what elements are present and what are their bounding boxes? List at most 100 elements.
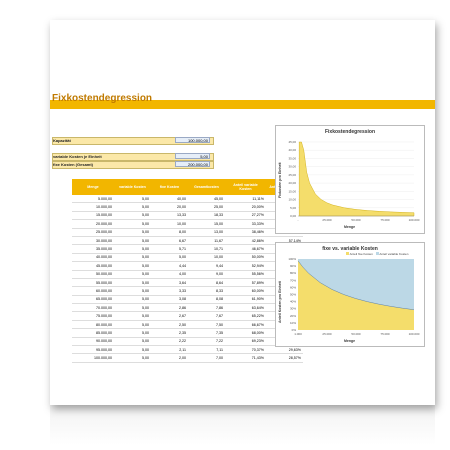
kapazitaet-input[interactable]: 100.000,00 xyxy=(175,137,210,143)
table-cell: 90.000,00 xyxy=(72,337,114,347)
table-cell: 5,00 xyxy=(114,228,151,237)
table-row: 80.000,005,002,507,5066,67%33,33% xyxy=(72,320,303,330)
chart2-xtick: 100.000 xyxy=(409,332,420,336)
table-cell: 70.000,00 xyxy=(72,303,114,313)
table-cell: 6,67 xyxy=(151,236,188,246)
table-cell: 2,11 xyxy=(151,345,188,355)
table-cell: 5,00 xyxy=(114,261,151,271)
table-cell: 7,00 xyxy=(188,353,225,363)
table-cell: 80.000,00 xyxy=(72,320,114,330)
table-row: 5.000,005,0040,0045,0011,11%88,89% xyxy=(72,195,303,204)
table-cell: 63,64% xyxy=(225,303,266,313)
table-cell: 3,64 xyxy=(151,278,188,288)
table-row: 95.000,00 5,00 2,11 7,11 70,37% 29,63% xyxy=(72,345,303,355)
table-cell: 13,33 xyxy=(151,211,188,221)
chart2-xtick: 1.000 xyxy=(294,332,302,336)
table-row: 65.000,005,003,088,0861,90%38,10% xyxy=(72,295,303,305)
table-cell: 7,11 xyxy=(188,345,225,355)
chart-fixkostendegression: Fixkostendegression 0,00 5,00 10,00 15,00 20… xyxy=(275,125,425,234)
chart2-ytick: 50% xyxy=(290,293,296,297)
table-cell: 5,00 xyxy=(114,337,151,347)
table-cell: 7,22 xyxy=(188,337,225,347)
chart1-xtick: 25.000 xyxy=(322,218,332,222)
table-cell: 7,35 xyxy=(188,328,225,338)
varkosten-input[interactable]: 5,00 xyxy=(175,153,210,159)
chart1-ytick: 45,00 xyxy=(288,140,296,144)
table-cell: 10,71 xyxy=(188,244,225,254)
chart2-ylabel: Anteil Kosten pro Einheit xyxy=(278,281,282,323)
table-row: 90.000,005,002,227,2269,23%30,77% xyxy=(72,337,303,347)
table-cell: 9,00 xyxy=(188,270,225,279)
table-cell: 52,94% xyxy=(225,261,266,271)
table-header-row: Menge variable Kosten fixe Kosten Gesamtkos… xyxy=(72,179,303,195)
table-cell: 2,67 xyxy=(151,311,188,321)
table-cell: 2,35 xyxy=(151,328,188,338)
table-cell: 8,08 xyxy=(188,295,225,305)
table-cell: 5,00 xyxy=(114,353,151,363)
table-cell: 5,00 xyxy=(114,311,151,321)
table-cell: 8,64 xyxy=(188,278,225,288)
table-cell: 18,33 xyxy=(188,211,225,221)
table-header-cell: Gesamtkosten xyxy=(188,179,225,195)
table-cell: 57,89% xyxy=(225,278,266,288)
table-cell: 5,00 xyxy=(114,202,151,212)
table-cell: 20,00 xyxy=(151,202,188,212)
table-cell: 45,00 xyxy=(188,195,225,204)
table-row: 35.000,005,005,7110,7146,67%53,33% xyxy=(72,244,303,254)
fixkosten-input[interactable]: 200.000,00 xyxy=(175,161,210,167)
chart2-ytick: 60% xyxy=(290,285,296,289)
chart1-ytick: 35,00 xyxy=(288,156,296,160)
chart2-xtick: 75.000 xyxy=(380,332,390,336)
chart1-ytick: 30,00 xyxy=(288,165,296,169)
table-cell: 100.000,00 xyxy=(72,353,114,363)
table-cell: 10,00 xyxy=(188,253,225,263)
chart2-ytick: 90% xyxy=(290,264,296,268)
chart1-xlabel: Menge xyxy=(344,225,356,229)
table-cell: 50,00% xyxy=(225,253,266,263)
table-header-cell: variable Kosten xyxy=(114,179,151,195)
chart2-xtick: 50.000 xyxy=(351,332,361,336)
table-cell: 11,11% xyxy=(225,195,266,204)
table-body: 5.000,005,0040,0045,0011,11%88,89%10.000… xyxy=(72,195,303,363)
table-row: 20.000,005,0010,0015,0033,33%66,67% xyxy=(72,219,303,229)
table-cell: 30.000,00 xyxy=(72,236,114,246)
table-cell: 5,00 xyxy=(114,244,151,254)
table-cell: 4,00 xyxy=(151,270,188,279)
chart2-ytick: 100% xyxy=(288,257,296,261)
table-row: 55.000,005,003,648,6457,89%42,11% xyxy=(72,278,303,288)
table-cell: 5,00 xyxy=(114,345,151,355)
table-cell: 8,00 xyxy=(151,228,188,237)
chart2-legend: Anteil fixe Kosten Anteil variable Koste… xyxy=(346,252,408,256)
table-row: 25.000,005,008,0013,0038,46%61,54% xyxy=(72,228,303,237)
table-cell: 5,00 xyxy=(114,278,151,288)
table-row: 15.000,005,0013,3318,3327,27%72,73% xyxy=(72,211,303,221)
table-cell: 20.000,00 xyxy=(72,219,114,229)
legend-label-variable: Anteil variable Kosten xyxy=(379,252,409,256)
table-header-cell: Anteil variable Kosten xyxy=(225,179,266,195)
table-cell: 68,00% xyxy=(225,328,266,338)
table-cell: 50.000,00 xyxy=(72,270,114,279)
table-cell: 60,00% xyxy=(225,286,266,296)
chart2-ytick: 20% xyxy=(290,314,296,318)
varkosten-label: variable Kosten je Einheit xyxy=(53,154,102,159)
table-cell: 15,00 xyxy=(188,219,225,229)
table-cell: 5,00 xyxy=(114,219,151,229)
table-cell: 4,44 xyxy=(151,261,188,271)
chart2-ytick: 10% xyxy=(290,321,296,325)
table-cell: 2,50 xyxy=(151,320,188,330)
chart1-ytick: 15,00 xyxy=(288,189,296,193)
table-cell: 69,23% xyxy=(225,337,266,347)
chart1-svg: 0,00 5,00 10,00 15,00 20,00 25,00 30,00 35,00 40… xyxy=(288,140,419,222)
table-row: 100.000,00 5,00 2,00 7,00 71,43% 28,57% xyxy=(72,353,303,363)
table-cell: 7,67 xyxy=(188,311,225,321)
table-row: 50.000,005,004,009,0055,56%44,44% xyxy=(72,270,303,279)
table-cell: 25,00 xyxy=(188,202,225,212)
chart2-ytick: 40% xyxy=(290,300,296,304)
table-cell: 2,86 xyxy=(151,303,188,313)
chart2-xtick: 25.000 xyxy=(322,332,332,336)
chart2-svg: 0%10%20%30%40%50%60%70%80%90%100%1.000 25… xyxy=(288,257,420,336)
chart1-ytick: 20,00 xyxy=(288,181,296,185)
chart-fixe-vs-variable: fixe vs. variable Kosten 0% 10% 20% 30% 40% 5… xyxy=(275,242,425,347)
sheet-reflection xyxy=(50,405,435,445)
chart1-xtick: 75.000 xyxy=(380,218,390,222)
